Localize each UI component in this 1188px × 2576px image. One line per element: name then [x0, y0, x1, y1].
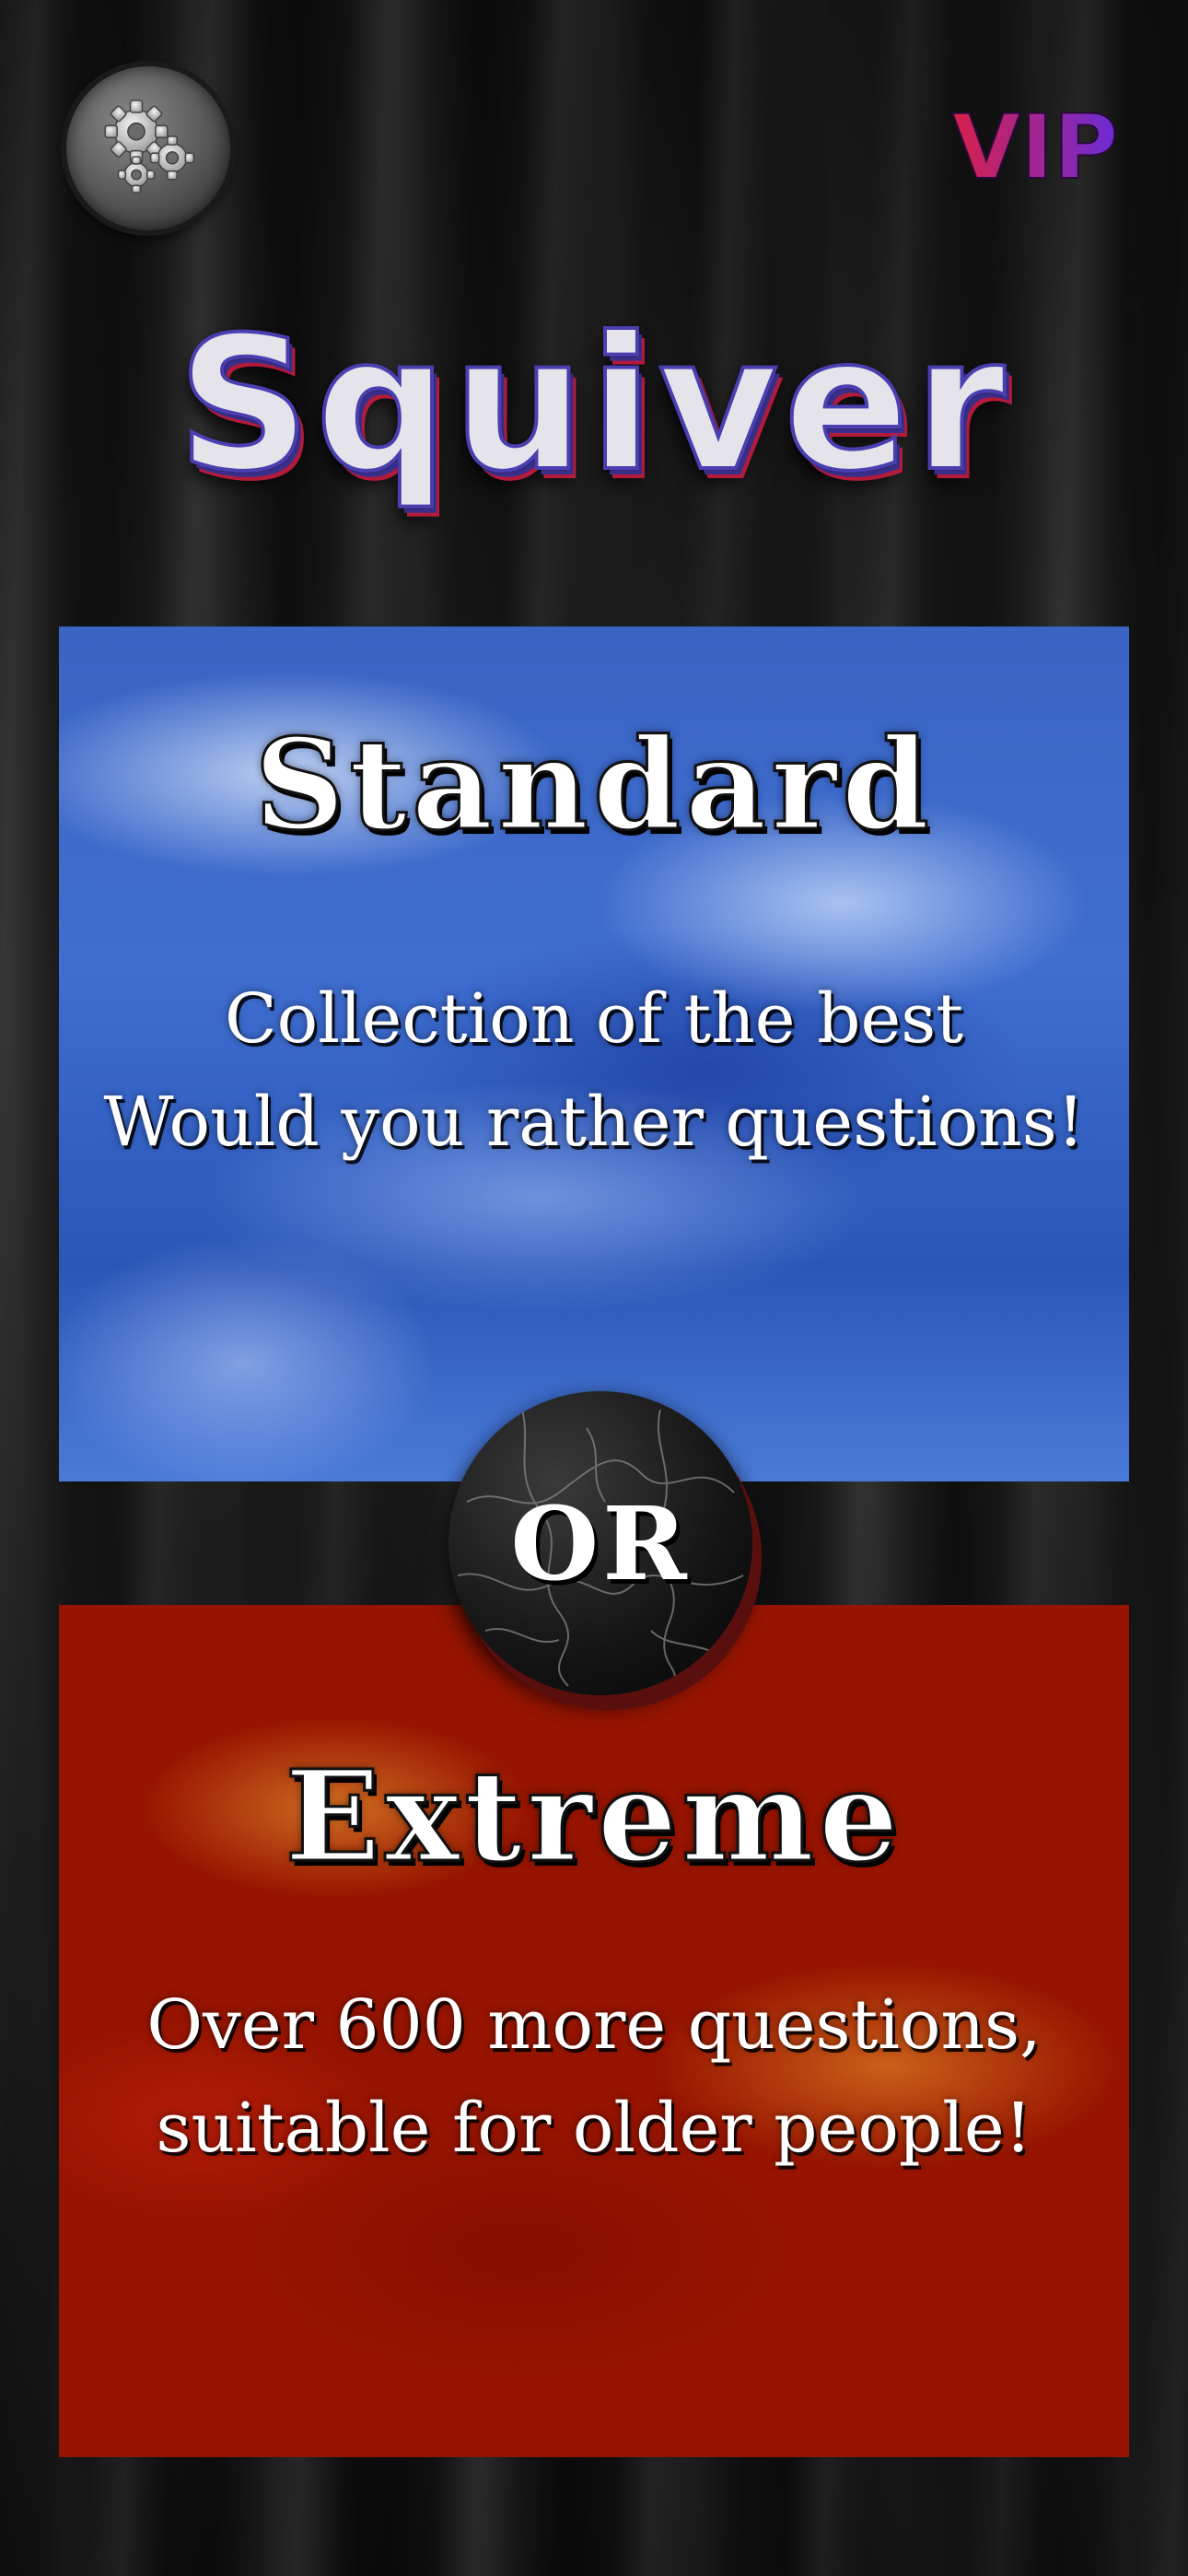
vip-button[interactable]: VIP [943, 97, 1127, 198]
standard-description-line-1: Collection of the best [225, 979, 963, 1059]
settings-button[interactable] [66, 66, 230, 230]
vip-logo: VIP [951, 97, 1119, 198]
standard-mode-card[interactable]: Standard Collection of the best Would yo… [59, 626, 1129, 1481]
extreme-description-line-2: suitable for older people! [156, 2089, 1032, 2168]
standard-description: Collection of the best Would you rather … [59, 967, 1129, 1174]
standard-title: Standard [253, 710, 934, 861]
or-label: OR [510, 1483, 691, 1603]
vip-label: VIP [952, 97, 1118, 198]
extreme-mode-card[interactable]: Extreme Over 600 more questions, suitabl… [59, 1605, 1129, 2457]
gears-icon [104, 100, 195, 193]
standard-description-line-2: Would you rather questions! [103, 1083, 1085, 1162]
app-title: Squiver [176, 296, 1011, 514]
or-badge: OR [448, 1391, 752, 1695]
extreme-title: Extreme [284, 1742, 903, 1892]
extreme-description: Over 600 more questions, suitable for ol… [59, 1973, 1129, 2180]
extreme-description-line-1: Over 600 more questions, [146, 1985, 1042, 2065]
